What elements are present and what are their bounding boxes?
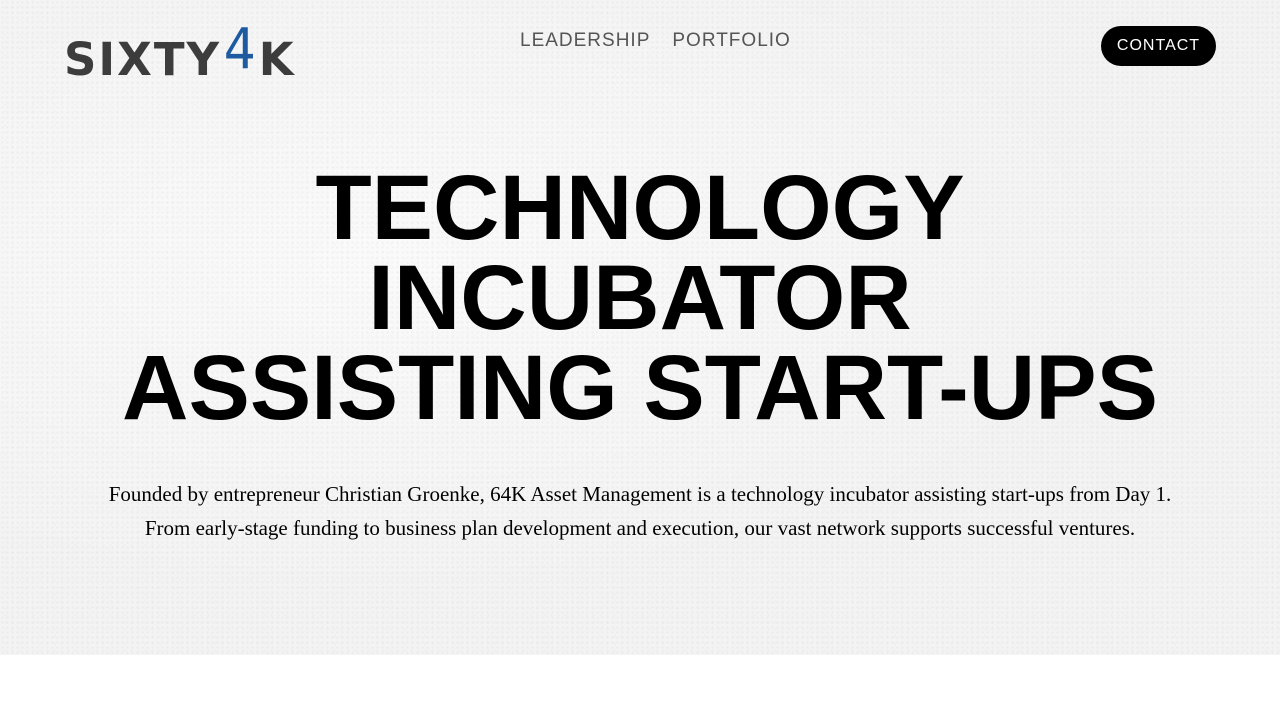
- logo-text-sixty: SIXTY: [64, 33, 222, 86]
- logo-text-k: K: [258, 33, 296, 86]
- hero-description: Founded by entrepreneur Christian Groenk…: [0, 477, 1280, 545]
- main-nav: LEADERSHIP PORTFOLIO: [520, 30, 791, 52]
- contact-button[interactable]: CONTACT: [1101, 26, 1216, 66]
- description-line-2: From early-stage funding to business pla…: [144, 516, 1136, 540]
- hero-headline: TECHNOLOGY INCUBATOR ASSISTING START-UPS: [0, 157, 1280, 439]
- logo-four-glyph: 4: [223, 17, 256, 82]
- hero-section: SIXTY 4 K LEADERSHIP PORTFOLIO CONTACT TEC…: [0, 0, 1280, 655]
- site-logo[interactable]: SIXTY 4 K: [64, 17, 296, 86]
- headline-line-2: INCUBATOR: [368, 247, 912, 349]
- nav-link-leadership[interactable]: LEADERSHIP: [520, 30, 650, 52]
- description-line-1: Founded by entrepreneur Christian Groenk…: [108, 482, 1172, 506]
- headline-line-1: TECHNOLOGY: [315, 157, 965, 259]
- headline-line-3: ASSISTING START-UPS: [122, 337, 1158, 439]
- nav-link-portfolio[interactable]: PORTFOLIO: [672, 30, 790, 52]
